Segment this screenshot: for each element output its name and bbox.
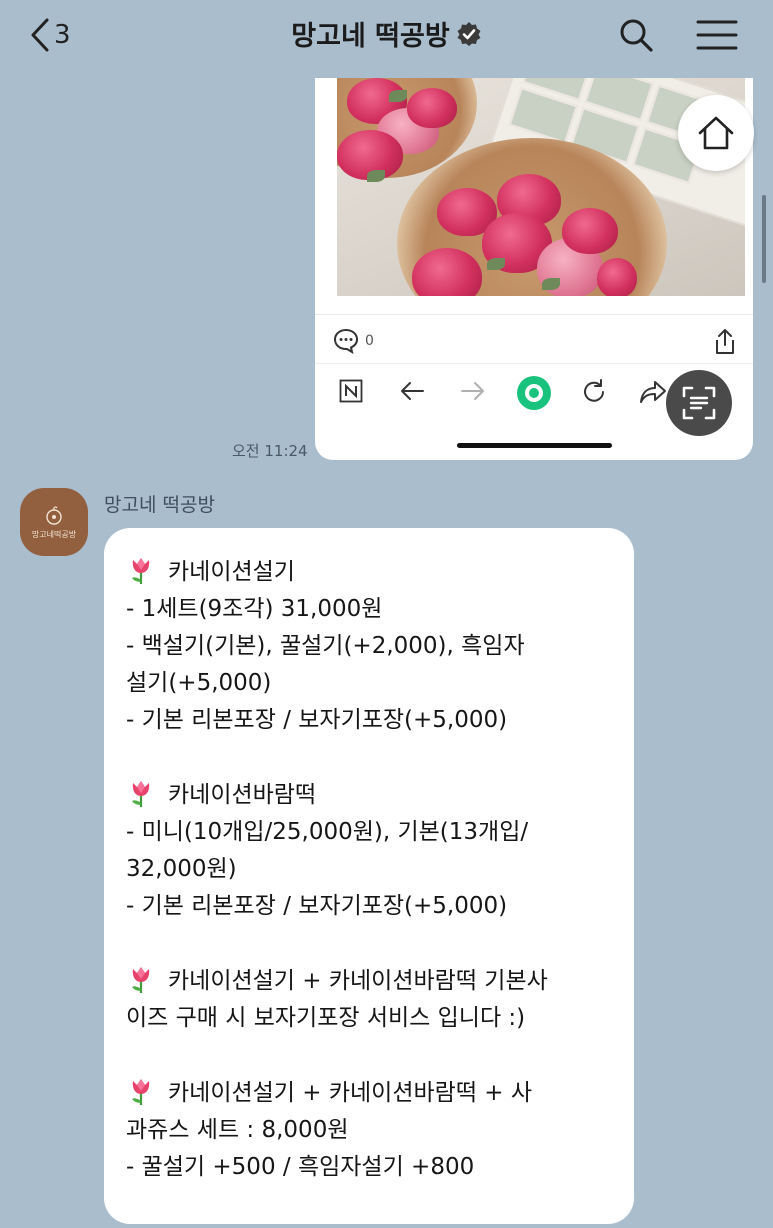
comment-count: 0: [365, 333, 374, 349]
tulip-emoji-icon: [132, 781, 150, 807]
share-button[interactable]: [713, 328, 737, 360]
hamburger-menu-icon: [696, 20, 738, 50]
home-icon: [698, 116, 734, 150]
message-line: 이즈 구매 시 보자기포장 서비스 입니다 :): [126, 1005, 526, 1031]
tulip-emoji-icon: [132, 1079, 150, 1105]
sender-name: 망고네 떡공방: [104, 494, 215, 516]
message-line: - 꿀설기 +500 / 흑임자설기 +800: [126, 1154, 475, 1180]
message-line: - 1세트(9조각) 31,000원: [126, 596, 383, 622]
scan-text-button[interactable]: [666, 370, 732, 436]
green-action-button[interactable]: [516, 375, 552, 415]
message-line: - 기본 리본포장 / 보자기포장(+5,000): [126, 893, 508, 919]
tulip-emoji-icon: [132, 558, 150, 584]
message-bubble[interactable]: 카네이션설기 - 1세트(9조각) 31,000원 - 백설기(기본), 꿀설기…: [104, 528, 634, 1224]
message-line: - 백설기(기본), 꿀설기(+2,000), 흑임자: [126, 633, 525, 659]
message-block: 카네이션설기 + 카네이션바람떡 + 사 과쥬스 세트 : 8,000원 - 꿀…: [126, 1075, 614, 1186]
logo-mark-icon: [46, 505, 62, 525]
block-title: 카네이션설기 + 카네이션바람떡 + 사: [168, 1080, 533, 1106]
share-icon: [716, 329, 734, 354]
block-title: 카네이션설기 + 카네이션바람떡 기본사: [168, 968, 548, 994]
menu-button[interactable]: [696, 18, 738, 56]
message-line: - 기본 리본포장 / 보자기포장(+5,000): [126, 707, 508, 733]
avatar-text: 망고네떡공방: [31, 529, 77, 539]
message-timestamp: 오전 11:24: [232, 442, 308, 460]
message-line: 설기(+5,000): [126, 670, 272, 696]
green-circle-icon: [517, 376, 551, 410]
forward-share-button[interactable]: [639, 379, 667, 409]
home-button[interactable]: [678, 95, 754, 171]
message-line: - 미니(10개입/25,000원), 기본(13개입/: [126, 819, 529, 845]
block-title: 카네이션바람떡: [168, 782, 317, 808]
browser-back-button[interactable]: [399, 379, 425, 407]
search-button[interactable]: [617, 16, 655, 58]
message-line: 32,000원): [126, 856, 237, 882]
arrow-right-icon: [461, 382, 484, 400]
verified-badge-icon: [457, 21, 481, 46]
naver-icon: [339, 379, 363, 403]
tulip-emoji-icon: [132, 967, 150, 993]
message-block: 카네이션바람떡 - 미니(10개입/25,000원), 기본(13개입/ 32,…: [126, 777, 614, 925]
comment-icon: [333, 328, 359, 354]
arrow-left-icon: [401, 382, 424, 400]
scan-text-icon: [682, 386, 716, 420]
search-icon: [620, 19, 653, 52]
reload-icon: [584, 379, 604, 402]
reload-button[interactable]: [581, 379, 607, 409]
block-title: 카네이션설기: [168, 559, 295, 585]
message-block: 카네이션설기 - 1세트(9조각) 31,000원 - 백설기(기본), 꿀설기…: [126, 554, 614, 739]
browser-forward-button[interactable]: [460, 379, 486, 407]
chat-header: 3 망고네 떡공방: [0, 0, 773, 78]
comment-button[interactable]: 0: [333, 328, 374, 354]
scroll-indicator[interactable]: [762, 195, 766, 283]
home-indicator: [457, 443, 612, 448]
naver-button[interactable]: [339, 379, 363, 407]
chat-title-text: 망고네 떡공방: [291, 21, 450, 52]
forward-icon: [640, 381, 666, 403]
sender-avatar[interactable]: 망고네떡공방: [20, 488, 88, 556]
chat-title[interactable]: 망고네 떡공방: [291, 14, 481, 53]
message-block: 카네이션설기 + 카네이션바람떡 기본사 이즈 구매 시 보자기포장 서비스 입…: [126, 963, 614, 1037]
message-line: 과쥬스 세트 : 8,000원: [126, 1117, 349, 1143]
